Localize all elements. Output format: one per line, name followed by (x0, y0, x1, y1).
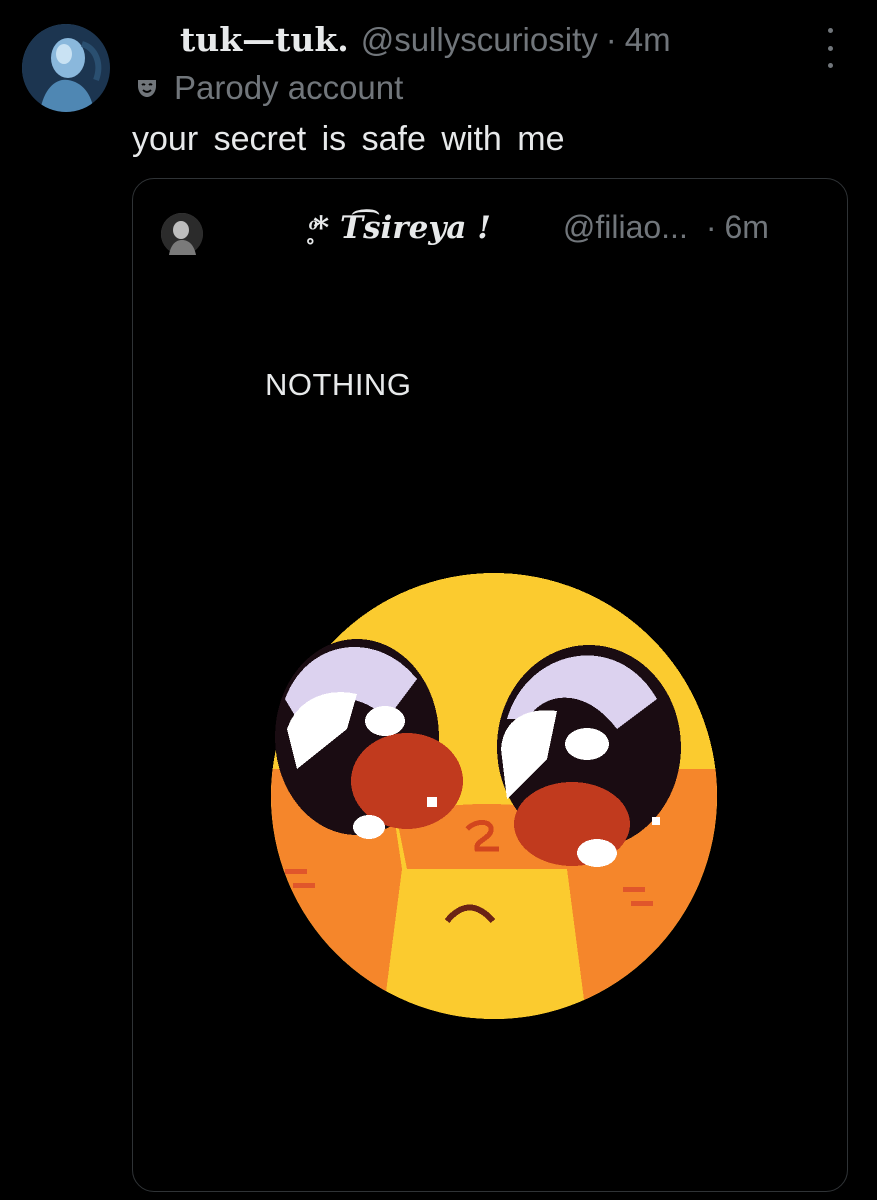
tweet-header: tuk—tuk. @sullyscuriosity · 4m (180, 20, 671, 64)
more-vertical-icon[interactable] (818, 28, 842, 68)
author-avatar[interactable] (22, 24, 110, 112)
pleading-face-emoji (267, 569, 721, 1023)
quoted-tweet-card[interactable]: ̥ͦ* T͡sireya ! @filiao... · 6m NOTHING (132, 178, 848, 1192)
separator-dot: · (705, 209, 717, 245)
quoted-tweet-text: NOTHING (265, 367, 412, 402)
quoted-tweet-header: ̥ͦ* T͡sireya ! @filiao... · 6m (313, 209, 769, 253)
separator-dot: · (605, 21, 617, 58)
author-handle[interactable]: @sullyscuriosity (361, 21, 598, 59)
quoted-timestamp: 6m (724, 209, 769, 245)
parody-label: Parody account (134, 68, 403, 108)
tweet[interactable]: tuk—tuk. @sullyscuriosity · 4m Parody ac… (0, 0, 877, 1200)
parody-label-text: Parody account (174, 69, 404, 106)
theater-mask-icon (134, 75, 160, 101)
quoted-handle: @filiao... (562, 209, 688, 245)
quoted-display-name: ̥ͦ* T͡sireya ! (313, 210, 491, 246)
tweet-timestamp[interactable]: 4m (625, 21, 671, 59)
author-display-name[interactable]: tuk—tuk. (180, 20, 349, 59)
quoted-author-avatar (161, 213, 203, 255)
tweet-text: your secret is safe with me (132, 120, 565, 158)
